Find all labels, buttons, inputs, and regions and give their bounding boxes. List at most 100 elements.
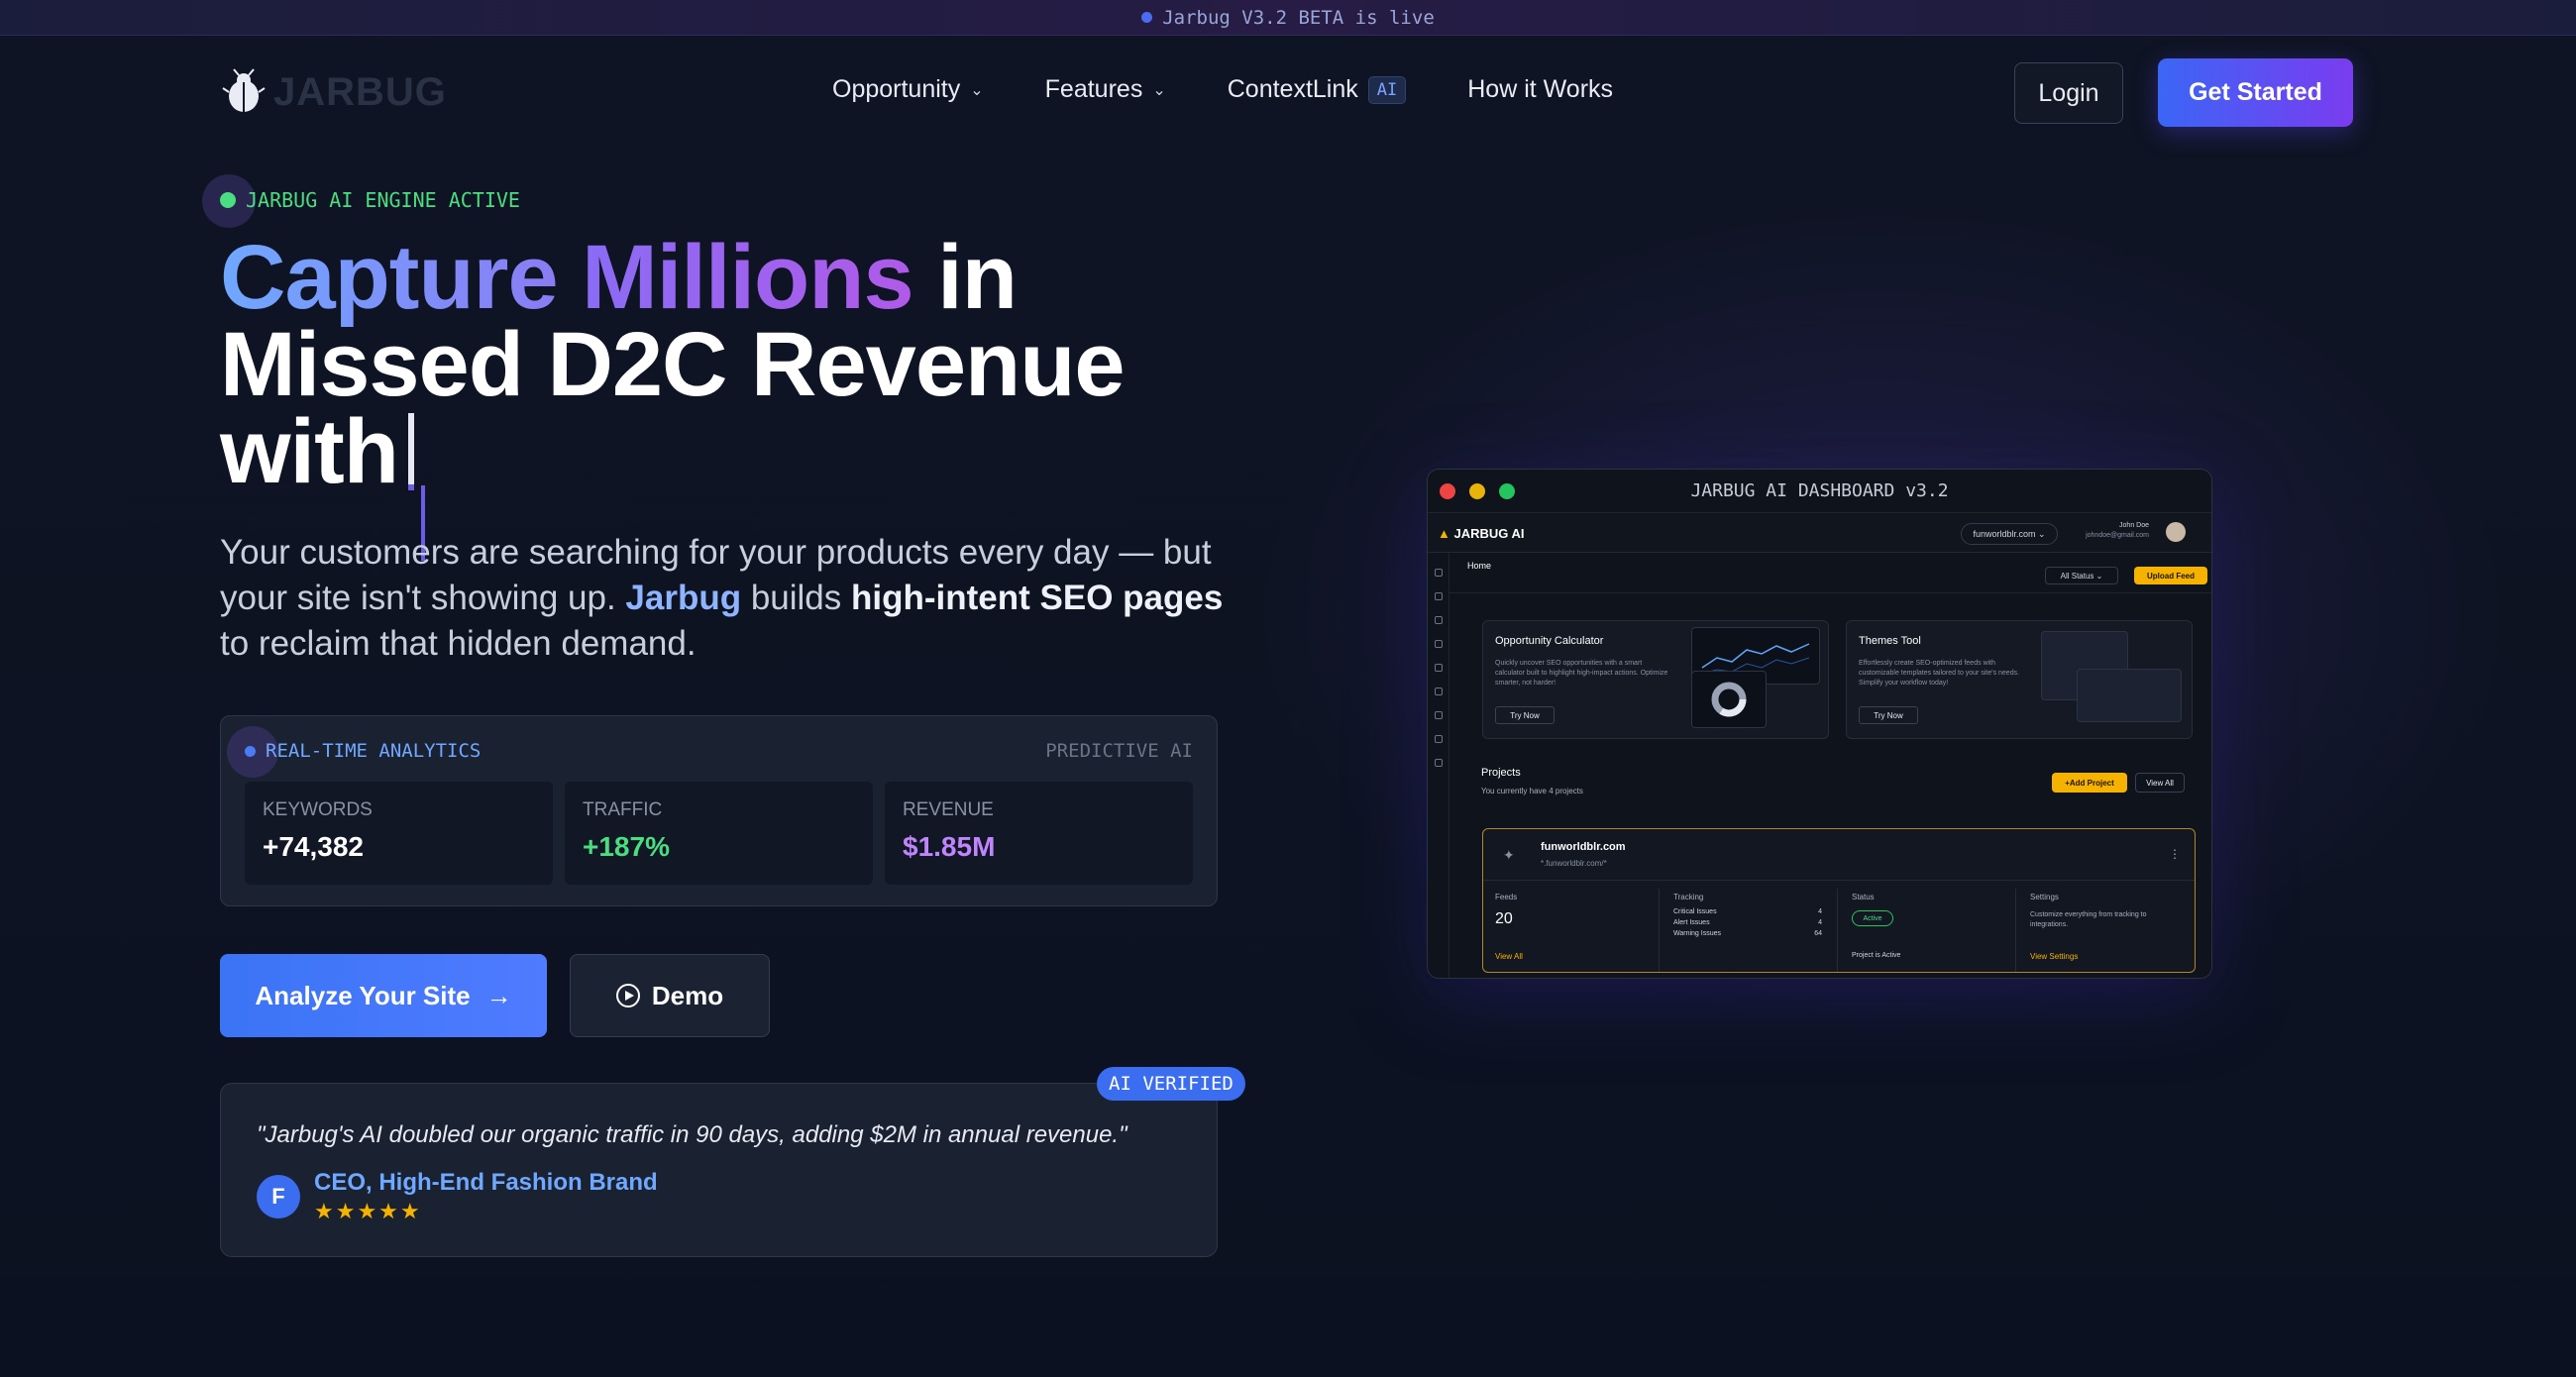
settings-column: Settings Customize everything from track…	[2018, 889, 2195, 972]
chevron-down-icon: ⌄	[1152, 81, 1166, 99]
menu-features[interactable]: Features ⌄	[1045, 75, 1166, 104]
status-badge: Active	[1852, 910, 1893, 926]
menu-label: ContextLink	[1227, 75, 1358, 103]
avatar[interactable]	[2166, 522, 2186, 542]
add-project-label: Add Project	[2069, 778, 2114, 788]
status-note: Project is Active	[1852, 952, 1901, 959]
projects-subtitle: You currently have 4 projects	[1481, 787, 1583, 795]
more-options-icon[interactable]: ⋮	[2169, 847, 2181, 861]
folder-icon[interactable]	[1434, 640, 1443, 648]
projects-title: Projects	[1481, 767, 1521, 779]
stat-revenue: REVENUE $1.85M	[885, 782, 1193, 885]
tracking-row: Critical Issues 4	[1673, 908, 1822, 915]
subtitle-bold: high-intent SEO pages	[851, 579, 1224, 617]
calendar-icon[interactable]	[1434, 616, 1443, 624]
ai-verified-badge: AI VERIFIED	[1097, 1067, 1245, 1101]
project-card[interactable]: ✦ funworldblr.com *.funworldblr.com/* ⋮ …	[1482, 828, 2196, 973]
try-now-button[interactable]: Try Now	[1495, 706, 1555, 724]
bug-logo-icon: ▲	[1438, 526, 1450, 541]
stat-label: TRAFFIC	[583, 799, 663, 820]
globe-icon[interactable]	[1434, 759, 1443, 767]
announcement-banner[interactable]: Jarbug V3.2 BETA is live	[0, 0, 2576, 36]
headline-word-capture: Capture	[220, 227, 559, 328]
card-description: Quickly uncover SEO opportunities with a…	[1495, 660, 1668, 687]
dashboard-sidebar	[1428, 553, 1449, 978]
column-label: Settings	[2030, 893, 2059, 901]
subtitle-text: to reclaim that hidden demand.	[220, 624, 697, 663]
banner-text: Jarbug V3.2 BETA is live	[1162, 6, 1435, 29]
opportunity-calculator-card: Opportunity Calculator Quickly uncover S…	[1482, 620, 1829, 739]
column-label: Status	[1852, 893, 1875, 901]
avatar: F	[257, 1175, 300, 1218]
status-filter-value: All Status	[2060, 571, 2094, 581]
headline-word-in: in	[912, 227, 1018, 328]
analyze-label: Analyze Your Site	[255, 980, 471, 1010]
analytics-title-text: REAL-TIME ANALYTICS	[266, 740, 482, 762]
bug-logo-icon: ✦	[1503, 847, 1515, 863]
dashboard-preview: JARBUG AI DASHBOARD v3.2 ▲ JARBUG AI fun…	[1427, 469, 2212, 979]
stats-row: KEYWORDS +74,382 TRAFFIC +187% REVENUE $…	[245, 782, 1193, 885]
stat-keywords: KEYWORDS +74,382	[245, 782, 553, 885]
status-dot-icon	[245, 745, 256, 757]
menu-label: How it Works	[1467, 75, 1614, 103]
get-started-button[interactable]: Get Started	[2158, 58, 2353, 127]
analytics-header: REAL-TIME ANALYTICS PREDICTIVE AI	[227, 726, 1193, 778]
breadcrumb[interactable]: Home	[1467, 561, 1491, 571]
engine-status-text: JARBUG AI ENGINE ACTIVE	[246, 188, 520, 212]
user-name: John Doe	[2119, 522, 2149, 529]
status-dot-icon	[220, 192, 236, 208]
site-select[interactable]: funworldblr.com ⌄	[1961, 523, 2058, 545]
donut-thumbnail	[1691, 671, 1767, 728]
menu-label: Opportunity	[832, 75, 961, 103]
analyze-site-button[interactable]: Analyze Your Site →	[220, 954, 547, 1037]
testimonial-quote: "Jarbug's AI doubled our organic traffic…	[257, 1121, 1127, 1148]
status-filter[interactable]: All Status ⌄	[2045, 567, 2118, 584]
headline-word-millions: Millions	[582, 227, 913, 328]
view-all-button[interactable]: View All	[2135, 773, 2185, 793]
main-menu: Opportunity ⌄ Features ⌄ ContextLink AI …	[832, 75, 1613, 104]
status-dot-icon	[1141, 12, 1153, 23]
upload-feed-button[interactable]: Upload Feed	[2134, 567, 2207, 584]
settings-description: Customize everything from tracking to in…	[2030, 911, 2147, 928]
site-select-value: funworldblr.com	[1973, 529, 2036, 539]
window-title: JARBUG AI DASHBOARD v3.2	[1690, 480, 1949, 501]
headline-line-3: with	[220, 401, 399, 502]
hero-subtitle: Your customers are searching for your pr…	[220, 530, 1231, 667]
engine-status: JARBUG AI ENGINE ACTIVE	[202, 174, 520, 228]
menu-opportunity[interactable]: Opportunity ⌄	[832, 75, 984, 104]
subtitle-brand: Jarbug	[625, 579, 742, 617]
feed-icon[interactable]	[1434, 592, 1443, 600]
project-card-header: ✦ funworldblr.com *.funworldblr.com/* ⋮	[1483, 829, 2195, 881]
tracking-value: 64	[1814, 930, 1822, 937]
add-project-button[interactable]: + Add Project	[2052, 773, 2127, 793]
database-icon[interactable]	[1434, 664, 1443, 672]
tool-icon[interactable]	[1434, 688, 1443, 695]
project-name: funworldblr.com	[1541, 841, 1626, 853]
home-icon[interactable]	[1434, 569, 1443, 577]
menu-how-it-works[interactable]: How it Works	[1467, 75, 1613, 104]
logo[interactable]: JARBUG	[220, 68, 447, 116]
card-title: Opportunity Calculator	[1495, 635, 1604, 647]
column-label: Feeds	[1495, 893, 1518, 901]
star-rating-icon: ★★★★★	[314, 1199, 422, 1223]
play-icon	[615, 984, 640, 1007]
divider	[1449, 592, 2211, 593]
stat-label: KEYWORDS	[263, 799, 373, 820]
feeds-view-all-link[interactable]: View All	[1495, 952, 1523, 961]
status-column: Status Active Project is Active	[1840, 889, 2016, 972]
demo-button[interactable]: Demo	[570, 954, 770, 1037]
dashboard-header: ▲ JARBUG AI funworldblr.com ⌄ John Doe j…	[1428, 513, 2211, 553]
dashboard-brand-text: JARBUG AI	[1453, 526, 1525, 541]
tracking-column: Tracking Critical Issues 4 Alert Issues 4 …	[1662, 889, 1838, 972]
document-icon[interactable]	[1434, 711, 1443, 719]
ai-badge: AI	[1367, 75, 1407, 104]
login-button[interactable]: Login	[2014, 62, 2123, 124]
project-url: *.funworldblr.com/*	[1541, 859, 1607, 868]
user-email: johndoe@gmail.com	[2086, 532, 2149, 539]
menu-contextlink[interactable]: ContextLink AI	[1228, 75, 1407, 104]
testimonial-author: F CEO, High-End Fashion Brand ★★★★★	[257, 1169, 658, 1224]
chevron-down-icon: ⌄	[970, 81, 984, 99]
view-settings-link[interactable]: View Settings	[2030, 952, 2078, 961]
search-icon[interactable]	[1434, 735, 1443, 743]
try-now-button[interactable]: Try Now	[1859, 706, 1918, 724]
